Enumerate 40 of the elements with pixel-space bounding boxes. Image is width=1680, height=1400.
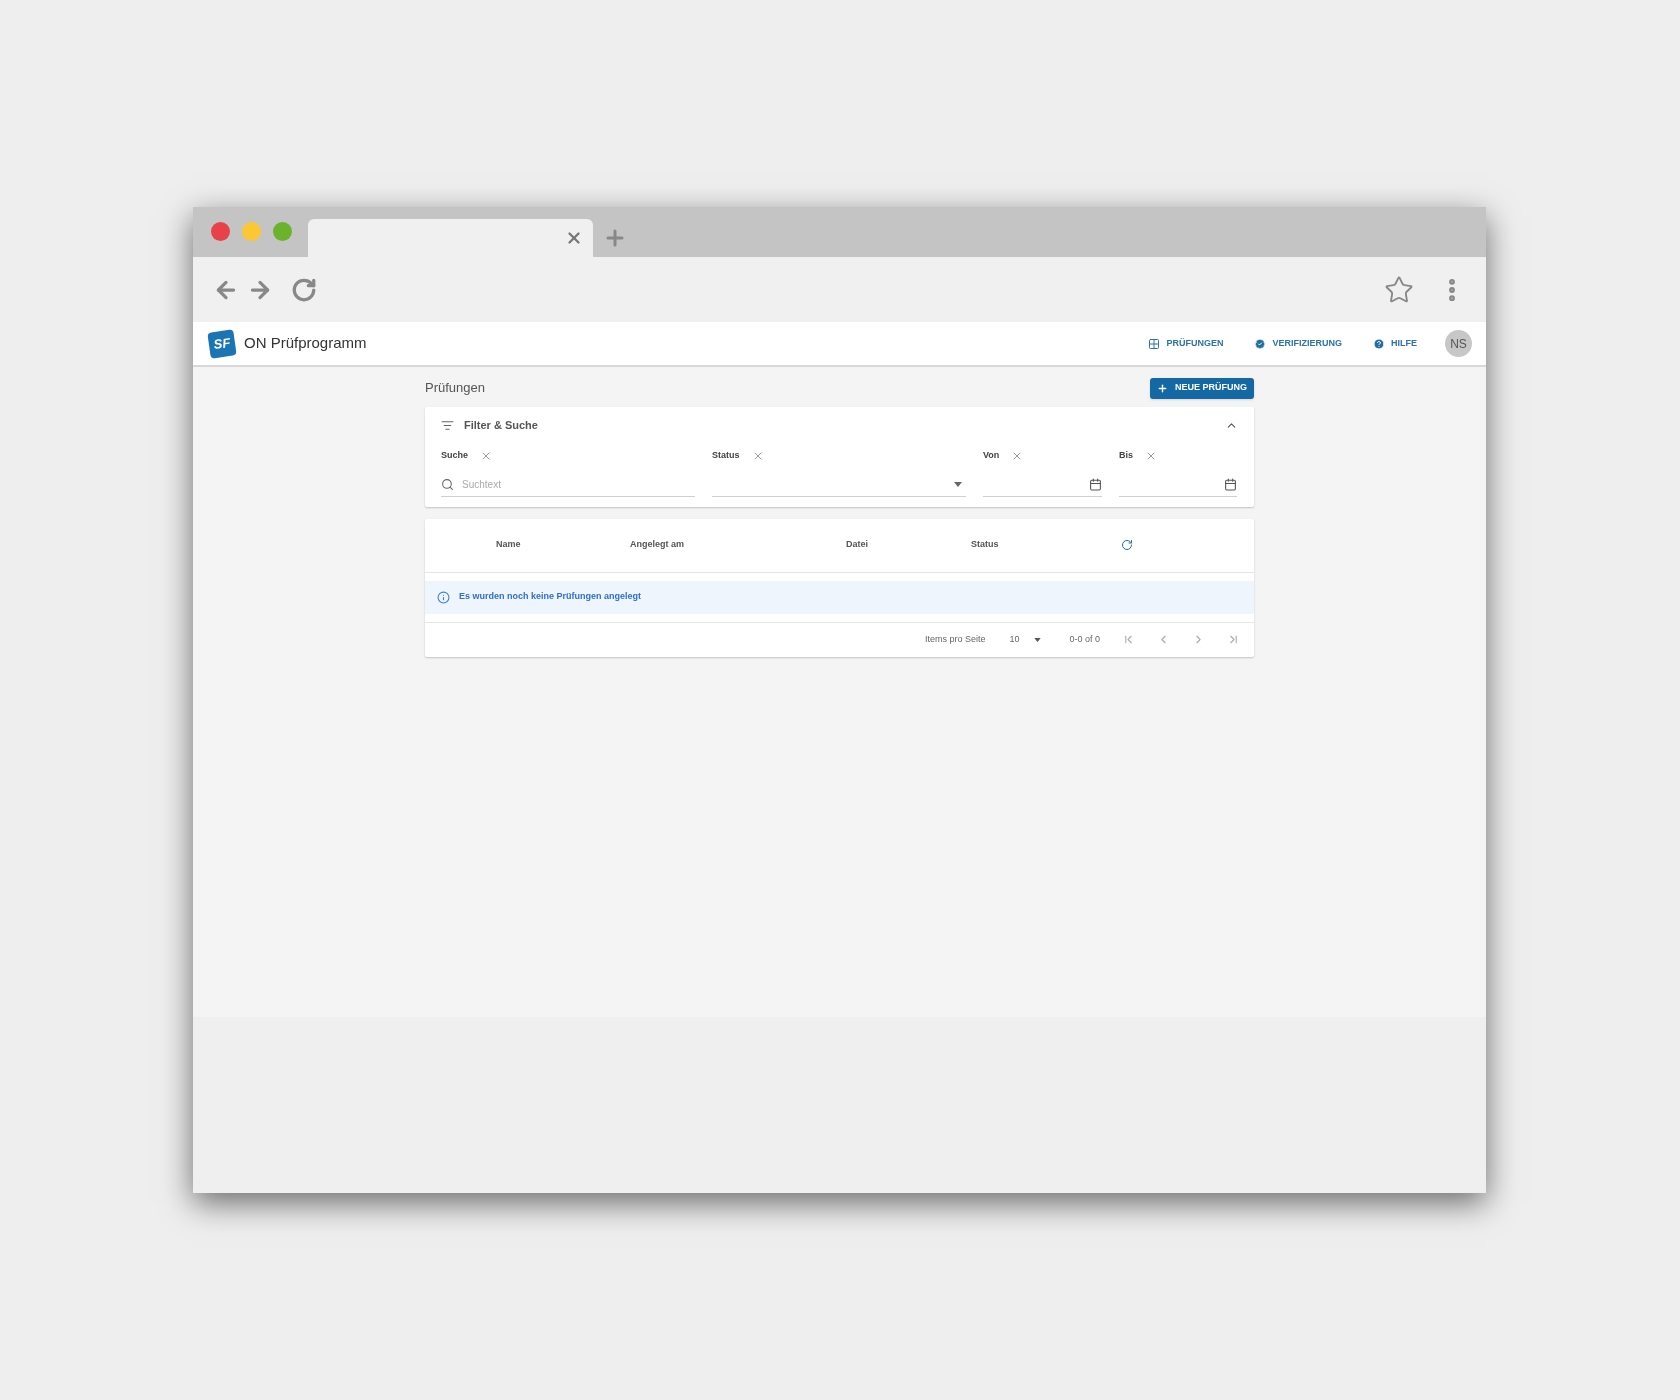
calendar-icon (1224, 477, 1237, 491)
new-exam-button[interactable]: NEUE PRÜFUNG (1150, 377, 1254, 399)
column-header[interactable]: Angelegt am (630, 538, 684, 552)
page-title: Prüfungen (425, 379, 485, 398)
field-label: Status (712, 449, 740, 462)
filter-title: Filter & Suche (464, 417, 538, 433)
bookmark-star-icon[interactable] (1384, 274, 1414, 305)
nav-link[interactable]: HILFE (1373, 336, 1417, 351)
nav-link[interactable]: VERIFIZIERUNG (1254, 336, 1342, 351)
close-icon[interactable] (565, 229, 583, 247)
logo: SF (207, 328, 237, 359)
help-icon (1373, 337, 1385, 350)
nav-link[interactable]: PRÜFUNGEN (1148, 336, 1224, 351)
column-header[interactable]: Datei (846, 538, 868, 552)
field-label: Bis (1119, 449, 1133, 462)
check-badge-icon (1254, 337, 1267, 350)
page-size-label: Items pro Seite (924, 632, 986, 646)
first-page-icon[interactable] (1122, 633, 1135, 646)
reload-icon[interactable] (291, 276, 317, 303)
field-label: Suche (441, 449, 468, 462)
column-header[interactable]: Status (971, 538, 999, 552)
last-page-icon[interactable] (1227, 633, 1240, 646)
calendar-icon (1089, 477, 1102, 491)
dropdown-arrow-icon (1034, 637, 1042, 642)
refresh-icon[interactable] (1121, 539, 1133, 551)
dropdown-arrow-icon (954, 481, 962, 487)
search-input[interactable]: Suchtext (462, 476, 695, 492)
grid-icon (1148, 337, 1161, 350)
search-icon (441, 477, 454, 491)
column-header[interactable]: Name (496, 538, 521, 552)
filter-icon (441, 418, 454, 432)
search-field[interactable]: Suchtext (441, 472, 695, 497)
page-size-select[interactable]: 10 (1009, 632, 1042, 647)
field-label: Von (983, 449, 1000, 462)
info-icon (437, 590, 450, 604)
page-range: 0-0 of 0 (1069, 632, 1100, 646)
empty-message: Es wurden noch keine Prüfungen angelegt (459, 590, 642, 604)
app-title: ON Prüfprogramm (244, 333, 367, 354)
plus-icon (1157, 382, 1168, 394)
user-avatar[interactable]: NS (1445, 330, 1472, 357)
